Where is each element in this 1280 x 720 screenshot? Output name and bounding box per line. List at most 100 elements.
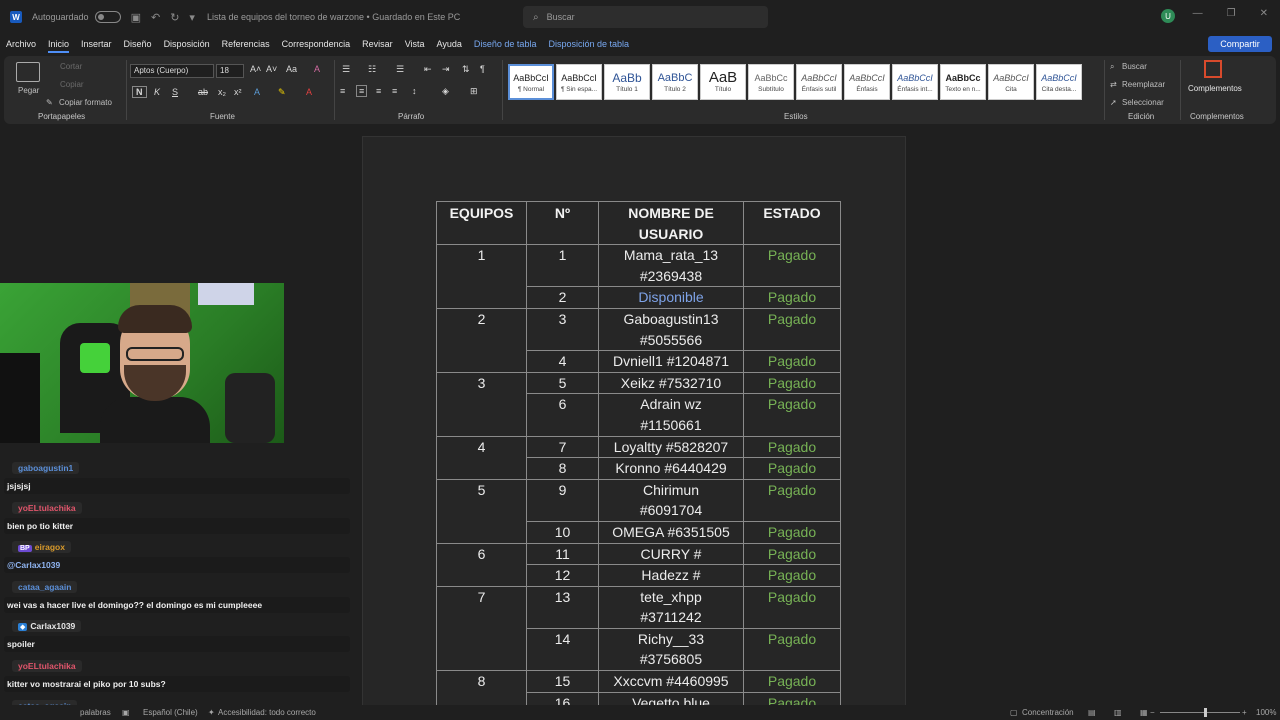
player-number[interactable]: 6	[526, 393, 599, 437]
font-family-select[interactable]: Aptos (Cuerpo)	[130, 64, 214, 78]
tab-diseno[interactable]: Diseño	[124, 39, 152, 49]
paste-button[interactable]: Pegar	[18, 86, 39, 95]
player-number[interactable]: 8	[526, 457, 599, 480]
status-cell[interactable]: Pagado	[743, 307, 841, 352]
team-cell[interactable]: 5	[436, 478, 527, 544]
read-mode-icon[interactable]: ▤	[1088, 708, 1096, 717]
justify-icon[interactable]: ≡	[392, 86, 397, 96]
addins-button[interactable]: Complementos	[1188, 84, 1242, 93]
team-cell[interactable]: 3	[436, 371, 527, 437]
player-number[interactable]: 14	[526, 627, 599, 672]
share-button[interactable]: Compartir	[1208, 36, 1272, 52]
copy-button[interactable]: Copiar	[60, 80, 84, 89]
bullets-icon[interactable]: ☰	[342, 64, 350, 75]
text-effects-icon[interactable]: A	[254, 87, 260, 97]
accessibility-icon[interactable]: ✦	[208, 708, 215, 717]
username-cell[interactable]: tete_xhpp #3711242	[598, 585, 744, 629]
player-number[interactable]: 1	[526, 244, 599, 288]
tab-disposicion[interactable]: Disposición	[164, 39, 210, 49]
close-icon[interactable]: ✕	[1260, 8, 1268, 19]
tab-referencias[interactable]: Referencias	[222, 39, 270, 49]
status-cell[interactable]: Pagado	[743, 542, 841, 566]
customize-toolbar-icon[interactable]: ▾	[189, 11, 195, 24]
minimize-icon[interactable]: —	[1193, 8, 1203, 19]
username-cell[interactable]: Gaboagustin13 #5055566	[598, 307, 744, 352]
line-spacing-icon[interactable]: ↕	[412, 86, 417, 96]
style-heading-2[interactable]: AaBbC Título 2	[652, 64, 698, 100]
tab-archivo[interactable]: Archivo	[6, 39, 36, 49]
zoom-in-icon[interactable]: +	[1242, 708, 1247, 717]
status-cell[interactable]: Pagado	[743, 478, 841, 522]
style-quote[interactable]: AaBbCcI Cita	[988, 64, 1034, 100]
status-cell[interactable]: Pagado	[743, 627, 841, 672]
word-count[interactable]: palabras	[80, 708, 111, 717]
username-cell[interactable]: Chirimun #6091704	[598, 478, 744, 522]
team-cell[interactable]: 2	[436, 307, 527, 373]
username-cell[interactable]: Disponible	[598, 286, 744, 309]
format-painter-icon[interactable]: ✎	[46, 98, 53, 107]
status-cell[interactable]: Pagado	[743, 286, 841, 309]
autosave-toggle[interactable]	[94, 11, 121, 23]
team-cell[interactable]: 4	[436, 435, 527, 480]
username-cell[interactable]: Xeikz #7532710	[598, 371, 744, 395]
shading-icon[interactable]: ◈	[442, 86, 449, 97]
replace-button[interactable]: Reemplazar	[1122, 80, 1165, 89]
username-cell[interactable]: Kronno #6440429	[598, 457, 744, 480]
select-button[interactable]: Seleccionar	[1122, 98, 1164, 107]
player-number[interactable]: 15	[526, 670, 599, 693]
status-cell[interactable]: Pagado	[743, 585, 841, 629]
tab-vista[interactable]: Vista	[405, 39, 425, 49]
highlight-icon[interactable]: ✎	[278, 87, 286, 98]
focus-mode[interactable]: Concentración	[1022, 708, 1074, 717]
tab-revisar[interactable]: Revisar	[362, 39, 393, 49]
show-marks-icon[interactable]: ¶	[480, 64, 485, 74]
team-cell[interactable]: 1	[436, 244, 527, 309]
username-cell[interactable]: Xxccvm #4460995	[598, 670, 744, 693]
style-title[interactable]: AaB Título	[700, 64, 746, 100]
align-center-icon[interactable]: ≡	[356, 85, 368, 97]
player-number[interactable]: 3	[526, 307, 599, 352]
style-no-spacing[interactable]: AaBbCcI ¶ Sin espa...	[556, 64, 602, 100]
player-number[interactable]: 5	[526, 371, 599, 395]
username-cell[interactable]: Loyaltty #5828207	[598, 435, 744, 459]
save-icon[interactable]: ▣	[131, 11, 141, 24]
status-cell[interactable]: Pagado	[743, 244, 841, 288]
decrease-indent-icon[interactable]: ⇤	[424, 64, 432, 75]
replace-icon[interactable]: ⇄	[1110, 80, 1117, 89]
status-cell[interactable]: Pagado	[743, 670, 841, 693]
tab-diseno-tabla[interactable]: Diseño de tabla	[474, 39, 537, 49]
player-number[interactable]: 10	[526, 520, 599, 544]
username-cell[interactable]: OMEGA #6351505	[598, 520, 744, 544]
search-box[interactable]: ⌕ Buscar	[523, 6, 768, 28]
zoom-slider-thumb[interactable]	[1204, 708, 1207, 717]
multilevel-list-icon[interactable]: ☰	[396, 64, 404, 75]
status-cell[interactable]: Pagado	[743, 393, 841, 437]
cut-button[interactable]: Cortar	[60, 62, 82, 71]
style-subtle-emphasis[interactable]: AaBbCcI Énfasis sutil	[796, 64, 842, 100]
subscript-icon[interactable]: x₂	[218, 87, 226, 97]
italic-button[interactable]: K	[154, 87, 160, 97]
tab-disposicion-tabla[interactable]: Disposición de tabla	[548, 39, 629, 49]
find-button[interactable]: Buscar	[1122, 62, 1147, 71]
team-cell[interactable]: 6	[436, 542, 527, 587]
maximize-icon[interactable]: ❐	[1227, 8, 1236, 19]
zoom-level[interactable]: 100%	[1256, 708, 1276, 717]
user-avatar[interactable]: U	[1161, 9, 1175, 23]
increase-indent-icon[interactable]: ⇥	[442, 64, 450, 75]
style-strong[interactable]: AaBbCc Texto en n...	[940, 64, 986, 100]
change-case-icon[interactable]: Aa	[286, 64, 297, 74]
undo-icon[interactable]: ↶	[151, 11, 160, 24]
player-number[interactable]: 4	[526, 350, 599, 373]
player-number[interactable]: 2	[526, 286, 599, 309]
player-number[interactable]: 9	[526, 478, 599, 522]
username-cell[interactable]: Hadezz #	[598, 564, 744, 587]
status-cell[interactable]: Pagado	[743, 350, 841, 373]
focus-icon[interactable]: ▢	[1010, 708, 1018, 717]
superscript-icon[interactable]: x²	[234, 87, 242, 97]
format-painter-button[interactable]: Copiar formato	[59, 98, 112, 107]
web-layout-icon[interactable]: ▦	[1140, 708, 1148, 717]
status-cell[interactable]: Pagado	[743, 435, 841, 459]
player-number[interactable]: 7	[526, 435, 599, 459]
style-intense-emphasis[interactable]: AaBbCcI Énfasis int...	[892, 64, 938, 100]
teams-table[interactable]: EQUIPOS Nº NOMBRE DE USUARIO ESTADO 1 1 M…	[436, 200, 841, 715]
